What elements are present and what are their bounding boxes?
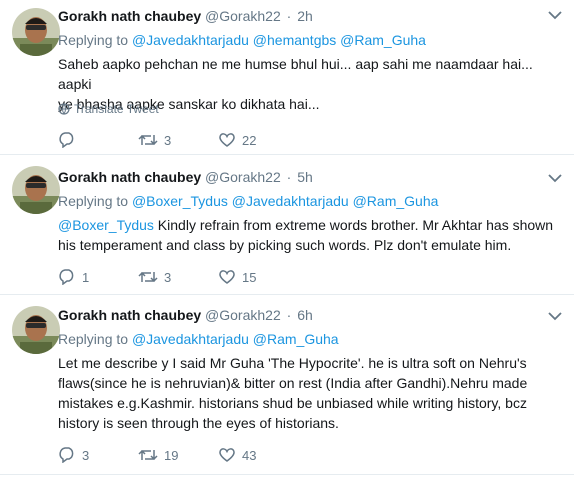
reply-button[interactable]: 1 xyxy=(58,269,138,285)
translate-label[interactable]: Translate Tweet xyxy=(74,102,159,116)
retweet-button[interactable]: 19 xyxy=(138,447,218,463)
mention-link[interactable]: @Ram_Guha xyxy=(353,193,439,209)
translate-tweet[interactable]: Translate Tweet xyxy=(58,102,159,116)
retweet-icon xyxy=(138,134,158,146)
author-handle[interactable]: @Gorakh22 xyxy=(205,307,281,323)
retweet-icon xyxy=(138,271,158,283)
tweet-text: @Boxer_Tydus Kindly refrain from extreme… xyxy=(58,215,553,255)
author-handle[interactable]: @Gorakh22 xyxy=(205,169,281,185)
replying-to: Replying to @Boxer_Tydus @Javedakhtarjad… xyxy=(58,193,438,209)
reply-icon xyxy=(59,447,74,463)
timestamp[interactable]: 6h xyxy=(297,307,313,323)
retweet-count: 19 xyxy=(164,447,179,463)
reply-count: 1 xyxy=(82,269,90,285)
tweet[interactable]: Gorakh nath chaubey @Gorakh22 · 5h Reply… xyxy=(0,155,574,295)
tweet-text-line: @Boxer_Tydus Kindly refrain from extreme… xyxy=(58,215,553,235)
reply-button[interactable]: 3 xyxy=(58,447,138,463)
chevron-down-icon[interactable] xyxy=(548,10,562,20)
tweet-header: Gorakh nath chaubey @Gorakh22 · 5h xyxy=(58,169,313,189)
separator: · xyxy=(286,307,292,323)
tweet-text: Let me describe y I said Mr Guha 'The Hy… xyxy=(58,353,527,433)
reply-count: 3 xyxy=(82,447,90,463)
avatar[interactable] xyxy=(12,166,60,214)
like-count: 15 xyxy=(242,269,257,285)
mention-link[interactable]: @Boxer_Tydus xyxy=(58,217,154,233)
replying-to: Replying to @Javedakhtarjadu @Ram_Guha xyxy=(58,331,339,347)
separator: · xyxy=(286,169,292,185)
like-button[interactable]: 43 xyxy=(218,447,298,463)
mention-link[interactable]: @Ram_Guha xyxy=(253,331,339,347)
timestamp[interactable]: 2h xyxy=(297,8,313,24)
mention-link[interactable]: @Javedakhtarjadu xyxy=(132,331,249,347)
replying-label: Replying to xyxy=(58,32,129,48)
heart-icon xyxy=(219,133,235,147)
reply-icon xyxy=(59,132,74,148)
avatar[interactable] xyxy=(12,8,60,56)
author-name[interactable]: Gorakh nath chaubey xyxy=(58,307,201,323)
replying-label: Replying to xyxy=(58,193,129,209)
tweet-text-line: history is seen through the eyes of hist… xyxy=(58,415,339,431)
tweet-text-line: Let me describe y I said Mr Guha 'The Hy… xyxy=(58,355,527,371)
tweet-text-segment: Kindly refrain from extreme words brothe… xyxy=(153,217,554,233)
retweet-button[interactable]: 3 xyxy=(138,269,218,285)
retweet-count: 3 xyxy=(164,269,172,285)
like-button[interactable]: 22 xyxy=(218,132,298,148)
heart-icon xyxy=(219,448,235,462)
reply-button[interactable] xyxy=(58,132,138,148)
chevron-down-icon[interactable] xyxy=(548,173,562,183)
mention-link[interactable]: @Javedakhtarjadu xyxy=(132,32,249,48)
author-name[interactable]: Gorakh nath chaubey xyxy=(58,8,201,24)
author-handle[interactable]: @Gorakh22 xyxy=(205,8,281,24)
like-count: 22 xyxy=(242,132,257,148)
chevron-down-icon[interactable] xyxy=(548,311,562,321)
like-count: 43 xyxy=(242,447,257,463)
retweet-button[interactable]: 3 xyxy=(138,132,218,148)
tweet-header: Gorakh nath chaubey @Gorakh22 · 6h xyxy=(58,307,313,327)
author-name[interactable]: Gorakh nath chaubey xyxy=(58,169,201,185)
tweet[interactable]: Gorakh nath chaubey @Gorakh22 · 2h Reply… xyxy=(0,0,574,155)
tweet-header: Gorakh nath chaubey @Gorakh22 · 2h xyxy=(58,8,313,28)
avatar[interactable] xyxy=(12,306,60,354)
globe-icon xyxy=(58,103,70,115)
retweet-icon xyxy=(138,449,158,461)
like-button[interactable]: 15 xyxy=(218,269,298,285)
mention-link[interactable]: @Ram_Guha xyxy=(340,32,426,48)
timestamp[interactable]: 5h xyxy=(297,169,313,185)
retweet-count: 3 xyxy=(164,132,172,148)
replying-to: Replying to @Javedakhtarjadu @hemantgbs … xyxy=(58,32,426,48)
reply-icon xyxy=(59,269,74,285)
separator: · xyxy=(286,8,292,24)
replying-label: Replying to xyxy=(58,331,129,347)
heart-icon xyxy=(219,270,235,284)
tweet-actions: 3 22 xyxy=(58,130,298,150)
tweet-actions: 1 3 15 xyxy=(58,267,298,287)
mention-link[interactable]: @Javedakhtarjadu xyxy=(232,193,349,209)
tweet-text-line: mistakes e.g.Kashmir. historians shud be… xyxy=(58,395,527,411)
tweet-text-line: his temperament and class by picking suc… xyxy=(58,237,512,253)
tweet-text-line: Saheb aapko pehchan ne me humse bhul hui… xyxy=(58,56,533,92)
mention-link[interactable]: @Boxer_Tydus xyxy=(132,193,228,209)
tweet-text-line: flaws(since he is nehruvian)& bitter on … xyxy=(58,375,528,391)
tweet-actions: 3 19 43 xyxy=(58,445,298,465)
mention-link[interactable]: @hemantgbs xyxy=(253,32,336,48)
tweet[interactable]: Gorakh nath chaubey @Gorakh22 · 6h Reply… xyxy=(0,295,574,475)
